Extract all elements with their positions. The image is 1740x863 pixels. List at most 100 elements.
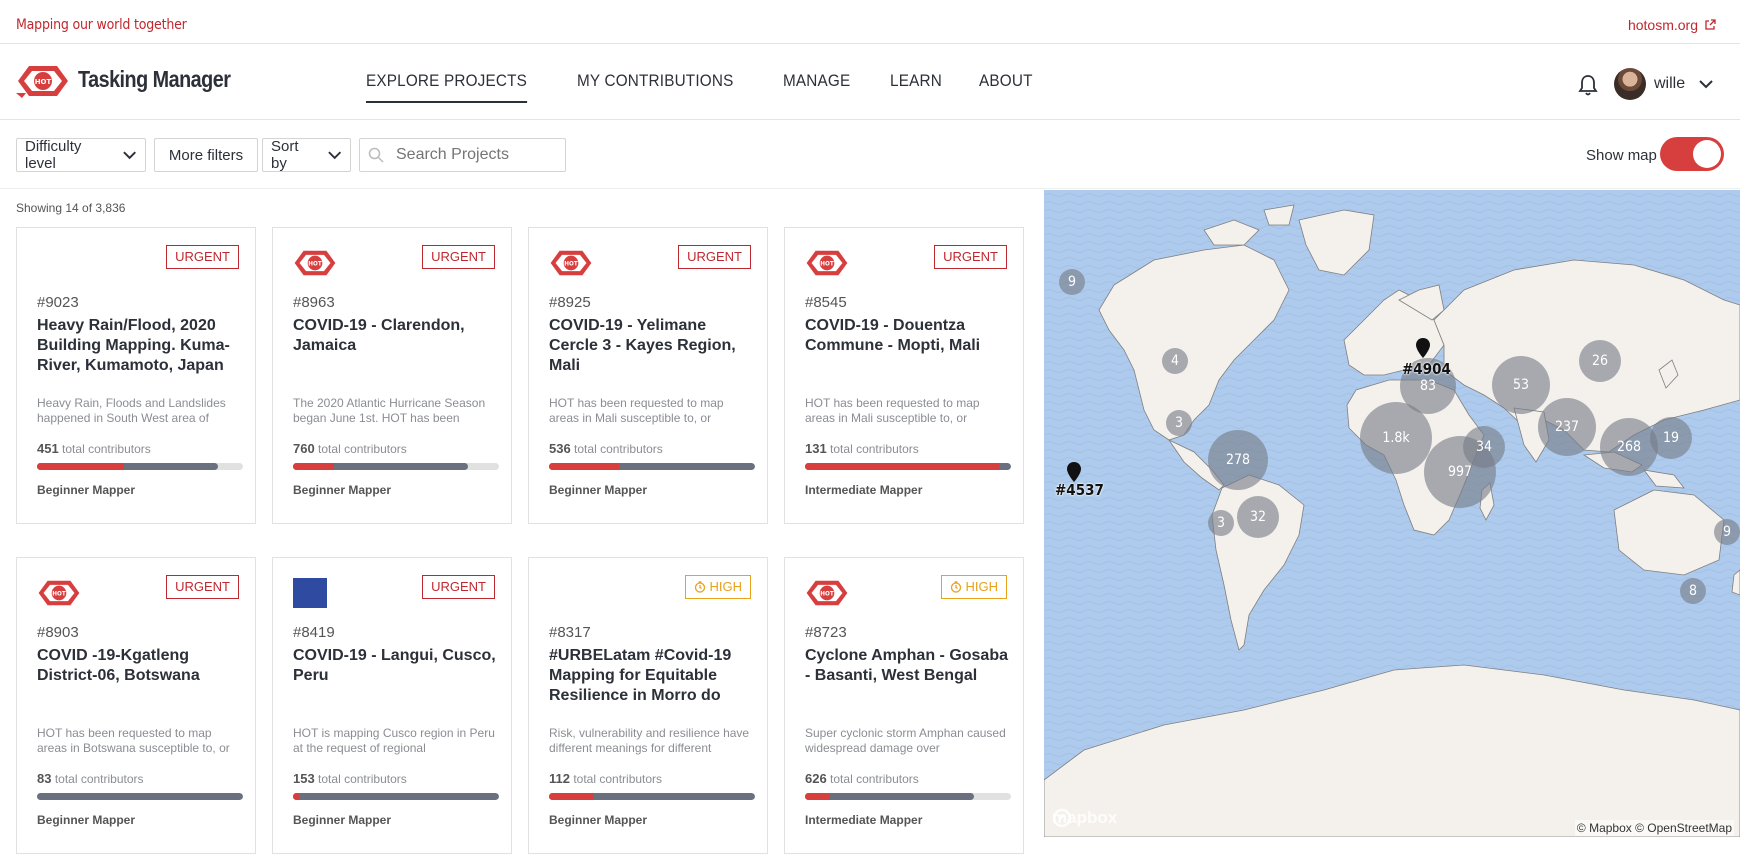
map-cluster[interactable]: 26 — [1579, 340, 1621, 382]
hot-logo-icon[interactable]: HOT — [16, 63, 70, 99]
nav-explore-projects[interactable]: EXPLORE PROJECTS — [366, 71, 528, 103]
project-card[interactable]: HOT URGENT #8545 COVID-19 - Douentza Commun… — [784, 227, 1024, 524]
progress-bar — [805, 793, 1011, 800]
project-title[interactable]: Heavy Rain/Flood, 2020 Building Mapping.… — [37, 316, 242, 376]
project-card[interactable]: HOT URGENT #8903 COVID -19-Kgatleng Distric… — [16, 557, 256, 854]
more-filters-button[interactable]: More filters — [154, 138, 258, 172]
project-title[interactable]: COVID -19-Kgatleng District-06, Botswana — [37, 646, 242, 686]
map-cluster[interactable]: 8 — [1680, 578, 1706, 604]
priority-badge: URGENT — [678, 245, 751, 269]
mapped-progress — [805, 793, 974, 800]
contributors-label: total contributors — [54, 772, 144, 786]
main-nav: EXPLORE PROJECTS MY CONTRIBUTIONS MANAGE… — [366, 71, 1071, 103]
priority-label: URGENT — [175, 579, 230, 594]
map-pin-icon[interactable] — [1067, 462, 1081, 482]
map-cluster[interactable]: 4 — [1162, 348, 1188, 374]
project-map[interactable]: 9 4 3 278 3 32 1.8k 997 83 34 53 26 237 … — [1044, 190, 1740, 837]
svg-text:HOT: HOT — [820, 261, 834, 267]
project-card[interactable]: URGENT #8419 COVID-19 - Langui, Cusco, Per… — [272, 557, 512, 854]
mapbox-logo[interactable]: mapbox — [1052, 808, 1117, 828]
sort-dropdown[interactable]: Sort by — [262, 138, 351, 172]
map-cluster[interactable]: 237 — [1538, 398, 1596, 456]
map-cluster[interactable]: 3 — [1166, 410, 1192, 436]
map-cluster[interactable]: 268 — [1600, 418, 1658, 476]
project-title[interactable]: Cyclone Amphan - Gosaba - Basanti, West … — [805, 646, 1010, 686]
progress-bar — [293, 793, 499, 800]
project-card[interactable]: HOT HIGH #8723 Cyclone Amphan - Gosaba - Ba… — [784, 557, 1024, 854]
search-input[interactable] — [396, 146, 556, 164]
project-description: Super cyclonic storm Amphan caused wides… — [805, 726, 1006, 755]
map-cluster[interactable]: 9 — [1714, 519, 1740, 545]
clock-icon — [950, 581, 961, 593]
bell-icon[interactable] — [1578, 74, 1598, 96]
map-cluster[interactable]: 34 — [1463, 426, 1505, 468]
hotosm-link-label[interactable]: hotosm.org — [1628, 17, 1698, 33]
username[interactable]: wille — [1654, 75, 1685, 93]
map-cluster[interactable]: 53 — [1492, 356, 1550, 414]
contributors-count: 83 total contributors — [37, 771, 144, 786]
show-map-label: Show map — [1586, 147, 1657, 164]
project-title[interactable]: COVID-19 - Yelimane Cercle 3 - Kayes Reg… — [549, 316, 754, 376]
contributors-number: 626 — [805, 771, 827, 786]
difficulty-dropdown[interactable]: Difficulty level — [16, 138, 146, 172]
contributors-count: 451 total contributors — [37, 441, 151, 456]
contributors-label: total contributors — [318, 772, 407, 786]
search-box[interactable] — [359, 138, 566, 172]
mapper-level: Beginner Mapper — [37, 813, 136, 827]
progress-bar — [549, 463, 755, 470]
map-cluster[interactable]: 9 — [1059, 269, 1085, 295]
nav-learn[interactable]: LEARN — [890, 71, 942, 103]
map-cluster[interactable]: 278 — [1208, 430, 1268, 490]
project-title[interactable]: COVID-19 - Douentza Commune - Mopti, Mal… — [805, 316, 1010, 356]
avatar[interactable] — [1614, 68, 1646, 100]
project-description: The 2020 Atlantic Hurricane Season began… — [293, 396, 486, 425]
world-map[interactable] — [1044, 190, 1740, 837]
nav-about[interactable]: ABOUT — [979, 71, 1033, 103]
chevron-down-icon — [327, 151, 341, 160]
show-map-toggle[interactable] — [1660, 137, 1724, 171]
validated-progress — [293, 793, 300, 800]
project-id: #8963 — [293, 294, 335, 311]
toggle-knob — [1693, 140, 1721, 168]
mapped-progress — [37, 793, 243, 800]
project-card[interactable]: HOT URGENT #8925 COVID-19 - Yelimane Cercle… — [528, 227, 768, 524]
organisation-logo-icon: HOT — [805, 248, 849, 278]
project-card[interactable]: HOT URGENT #8963 COVID-19 - Clarendon, Jama… — [272, 227, 512, 524]
project-title[interactable]: COVID-19 - Clarendon, Jamaica — [293, 316, 498, 356]
project-description: HOT is mapping Cusco region in Peru at t… — [293, 726, 495, 755]
project-card[interactable]: URGENT #9023 Heavy Rain/Flood, 2020 Buildi… — [16, 227, 256, 524]
project-card[interactable]: HIGH #8317 #URBELatam #Covid-19 Mapping fo… — [528, 557, 768, 854]
chevron-down-icon[interactable] — [1698, 78, 1714, 90]
nav-manage[interactable]: MANAGE — [783, 71, 850, 103]
sort-label: Sort by — [271, 138, 299, 172]
project-title[interactable]: #URBELatam #Covid-19 Mapping for Equitab… — [549, 646, 754, 706]
map-attribution[interactable]: © Mapbox © OpenStreetMap — [1574, 820, 1734, 836]
contributors-count: 112 total contributors — [549, 771, 662, 786]
mapper-level: Intermediate Mapper — [805, 483, 923, 497]
contributors-label: total contributors — [62, 442, 151, 456]
organisation-logo-icon — [293, 578, 327, 608]
hotosm-link[interactable]: hotosm.org — [1628, 17, 1716, 33]
svg-text:HOT: HOT — [52, 591, 66, 597]
map-cluster[interactable]: 19 — [1650, 417, 1692, 459]
progress-bar — [37, 793, 243, 800]
pin-label[interactable]: #4537 — [1055, 481, 1104, 499]
map-pin-icon[interactable] — [1416, 338, 1430, 358]
tagline: Mapping our world together — [16, 17, 187, 33]
project-id: #8317 — [549, 624, 591, 641]
progress-bar — [293, 463, 499, 470]
priority-label: URGENT — [943, 249, 998, 264]
map-cluster[interactable]: 32 — [1237, 496, 1279, 538]
clock-icon — [694, 581, 705, 593]
nav-my-contributions[interactable]: MY CONTRIBUTIONS — [577, 71, 733, 103]
top-strip: Mapping our world together hotosm.org — [0, 0, 1740, 44]
pin-label[interactable]: #4904 — [1402, 360, 1451, 378]
organisation-logo-icon: HOT — [37, 578, 81, 608]
priority-label: URGENT — [431, 579, 486, 594]
map-cluster[interactable]: 3 — [1208, 510, 1234, 536]
brand-title[interactable]: Tasking Manager — [78, 66, 231, 93]
contributors-number: 451 — [37, 441, 59, 456]
project-title[interactable]: COVID-19 - Langui, Cusco, Peru — [293, 646, 498, 686]
contributors-label: total contributors — [573, 772, 663, 786]
filter-bar: Difficulty level More filters Sort by Sh… — [0, 121, 1740, 189]
